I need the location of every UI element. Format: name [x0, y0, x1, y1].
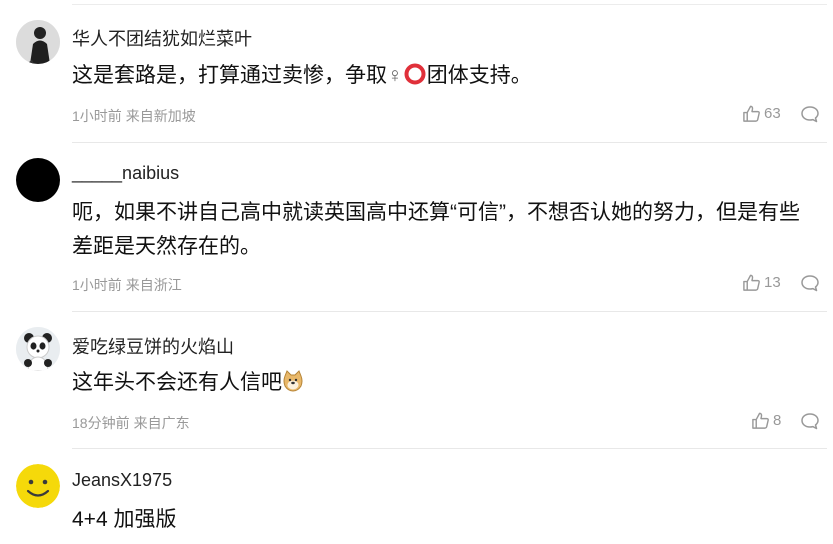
- comment-time: 18分钟前: [72, 415, 130, 431]
- comment-meta: 1小时前 来自浙江: [72, 275, 182, 295]
- comment-bubble-icon[interactable]: [800, 273, 820, 293]
- like-button[interactable]: 63: [742, 104, 781, 123]
- comment-location: 来自浙江: [125, 277, 182, 293]
- smiley-face-icon: [16, 464, 60, 508]
- comment-text: 这年头不会还有人信吧: [72, 366, 812, 403]
- avatar[interactable]: [16, 20, 60, 64]
- username[interactable]: 华人不团结犹如烂菜叶: [72, 25, 252, 51]
- comment-location: 来自新加坡: [125, 108, 196, 124]
- comment-text: 呃，如果不讲自己高中就读英国高中还算“可信”，不想否认她的努力，但是有些差距是天…: [72, 201, 800, 258]
- comment-divider: [72, 142, 827, 143]
- comment-meta: 18分钟前 来自广东: [72, 413, 190, 433]
- comment-divider: [72, 311, 827, 312]
- username[interactable]: 爱吃绿豆饼的火焰山: [72, 333, 234, 359]
- red-ring-emoji: [403, 62, 427, 96]
- panda-avatar-icon: [16, 327, 60, 371]
- comment-bubble-icon[interactable]: [800, 104, 820, 124]
- like-button[interactable]: 8: [751, 411, 781, 430]
- avatar[interactable]: [16, 327, 60, 371]
- comment-meta: 1小时前 来自新加坡: [72, 106, 196, 126]
- thumbs-up-icon: [743, 274, 760, 291]
- comment-text: 4+4 加强版: [72, 508, 177, 531]
- comment-location: 来自广东: [133, 415, 190, 431]
- avatar[interactable]: [16, 158, 60, 202]
- comment-text-part: 团体支持。: [426, 64, 532, 87]
- username[interactable]: _____naibius: [72, 163, 179, 184]
- thumbs-up-icon: [743, 105, 760, 122]
- comment-time: 1小时前: [72, 108, 122, 124]
- comment-time: 1小时前: [72, 277, 122, 293]
- comment-text-part: 这是套路是，打算通过卖惨，争取: [72, 64, 387, 87]
- like-button[interactable]: 13: [742, 273, 781, 292]
- like-count: 8: [773, 412, 782, 429]
- avatar[interactable]: [16, 464, 60, 508]
- like-count: 13: [764, 274, 781, 291]
- like-count: 63: [764, 105, 781, 122]
- comment-text: 这是套路是，打算通过卖惨，争取♀ 团体支持。: [72, 59, 812, 96]
- female-sign-emoji: ♀: [387, 64, 403, 87]
- comment-text-part: 这年头不会还有人信吧: [72, 371, 282, 394]
- username[interactable]: JeansX1975: [72, 470, 172, 491]
- top-divider: [72, 4, 827, 5]
- person-avatar-icon: [16, 20, 60, 64]
- comment-divider: [72, 448, 827, 449]
- doge-emoji: [282, 369, 304, 403]
- comment-bubble-icon[interactable]: [800, 411, 820, 431]
- thumbs-up-icon: [752, 412, 769, 429]
